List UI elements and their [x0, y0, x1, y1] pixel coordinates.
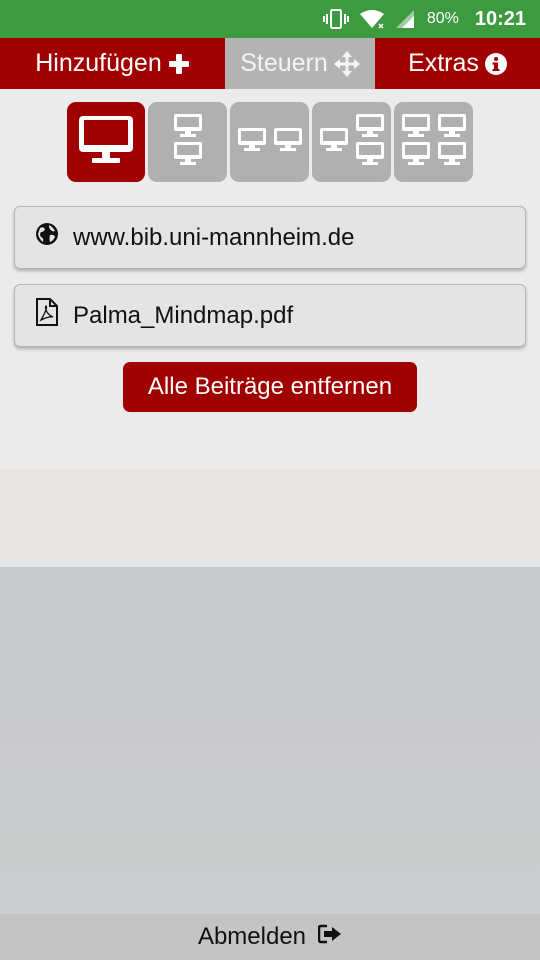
- vibrate-icon: [322, 8, 349, 30]
- sign-out-icon: [317, 923, 342, 951]
- source-label: Palma_Mindmap.pdf: [73, 301, 294, 329]
- layout-four-grid-button[interactable]: [394, 102, 473, 182]
- layout-side-by-side-button[interactable]: [230, 102, 309, 182]
- layout-single-button[interactable]: [67, 102, 145, 182]
- four-monitors-icon: [401, 112, 467, 173]
- tab-control[interactable]: Steuern: [225, 38, 375, 89]
- tab-add-label: Hinzufügen: [35, 49, 162, 77]
- tab-add[interactable]: Hinzufügen: [0, 38, 225, 89]
- logout-label: Abmelden: [197, 923, 307, 950]
- clock: 10:21: [474, 7, 526, 30]
- monitor-icon: [78, 115, 134, 170]
- tab-control-label: Steuern: [240, 49, 328, 77]
- layout-selector: [67, 102, 473, 182]
- move-arrows-icon: [333, 50, 360, 77]
- battery-percent: 80%: [426, 10, 459, 27]
- layout-one-plus-two-button[interactable]: [312, 102, 391, 182]
- info-icon: [484, 52, 507, 75]
- source-label: www.bib.uni-mannheim.de: [73, 223, 355, 251]
- globe-icon: [35, 222, 59, 253]
- logout-button[interactable]: Abmelden: [0, 914, 540, 960]
- status-bar: 80% 10:21: [0, 0, 540, 38]
- two-monitors-stacked-icon: [173, 112, 203, 173]
- pdf-file-icon: [35, 298, 59, 333]
- wifi-icon: [359, 9, 385, 29]
- three-monitors-icon: [319, 112, 385, 173]
- remove-all-button[interactable]: Alle Beiträge entfernen: [123, 362, 417, 412]
- tab-bar: Hinzufügen Steuern Extras: [0, 38, 540, 89]
- two-monitors-side-icon: [237, 126, 303, 159]
- tab-extras-label: Extras: [408, 49, 479, 77]
- plus-icon: [168, 53, 190, 75]
- source-item-website[interactable]: www.bib.uni-mannheim.de: [14, 206, 526, 269]
- tab-extras[interactable]: Extras: [375, 38, 540, 89]
- layout-two-stacked-button[interactable]: [148, 102, 227, 182]
- preview-band: [0, 469, 540, 567]
- source-item-pdf[interactable]: Palma_Mindmap.pdf: [14, 284, 526, 347]
- preview-area: [0, 567, 540, 914]
- signal-icon: [395, 9, 415, 29]
